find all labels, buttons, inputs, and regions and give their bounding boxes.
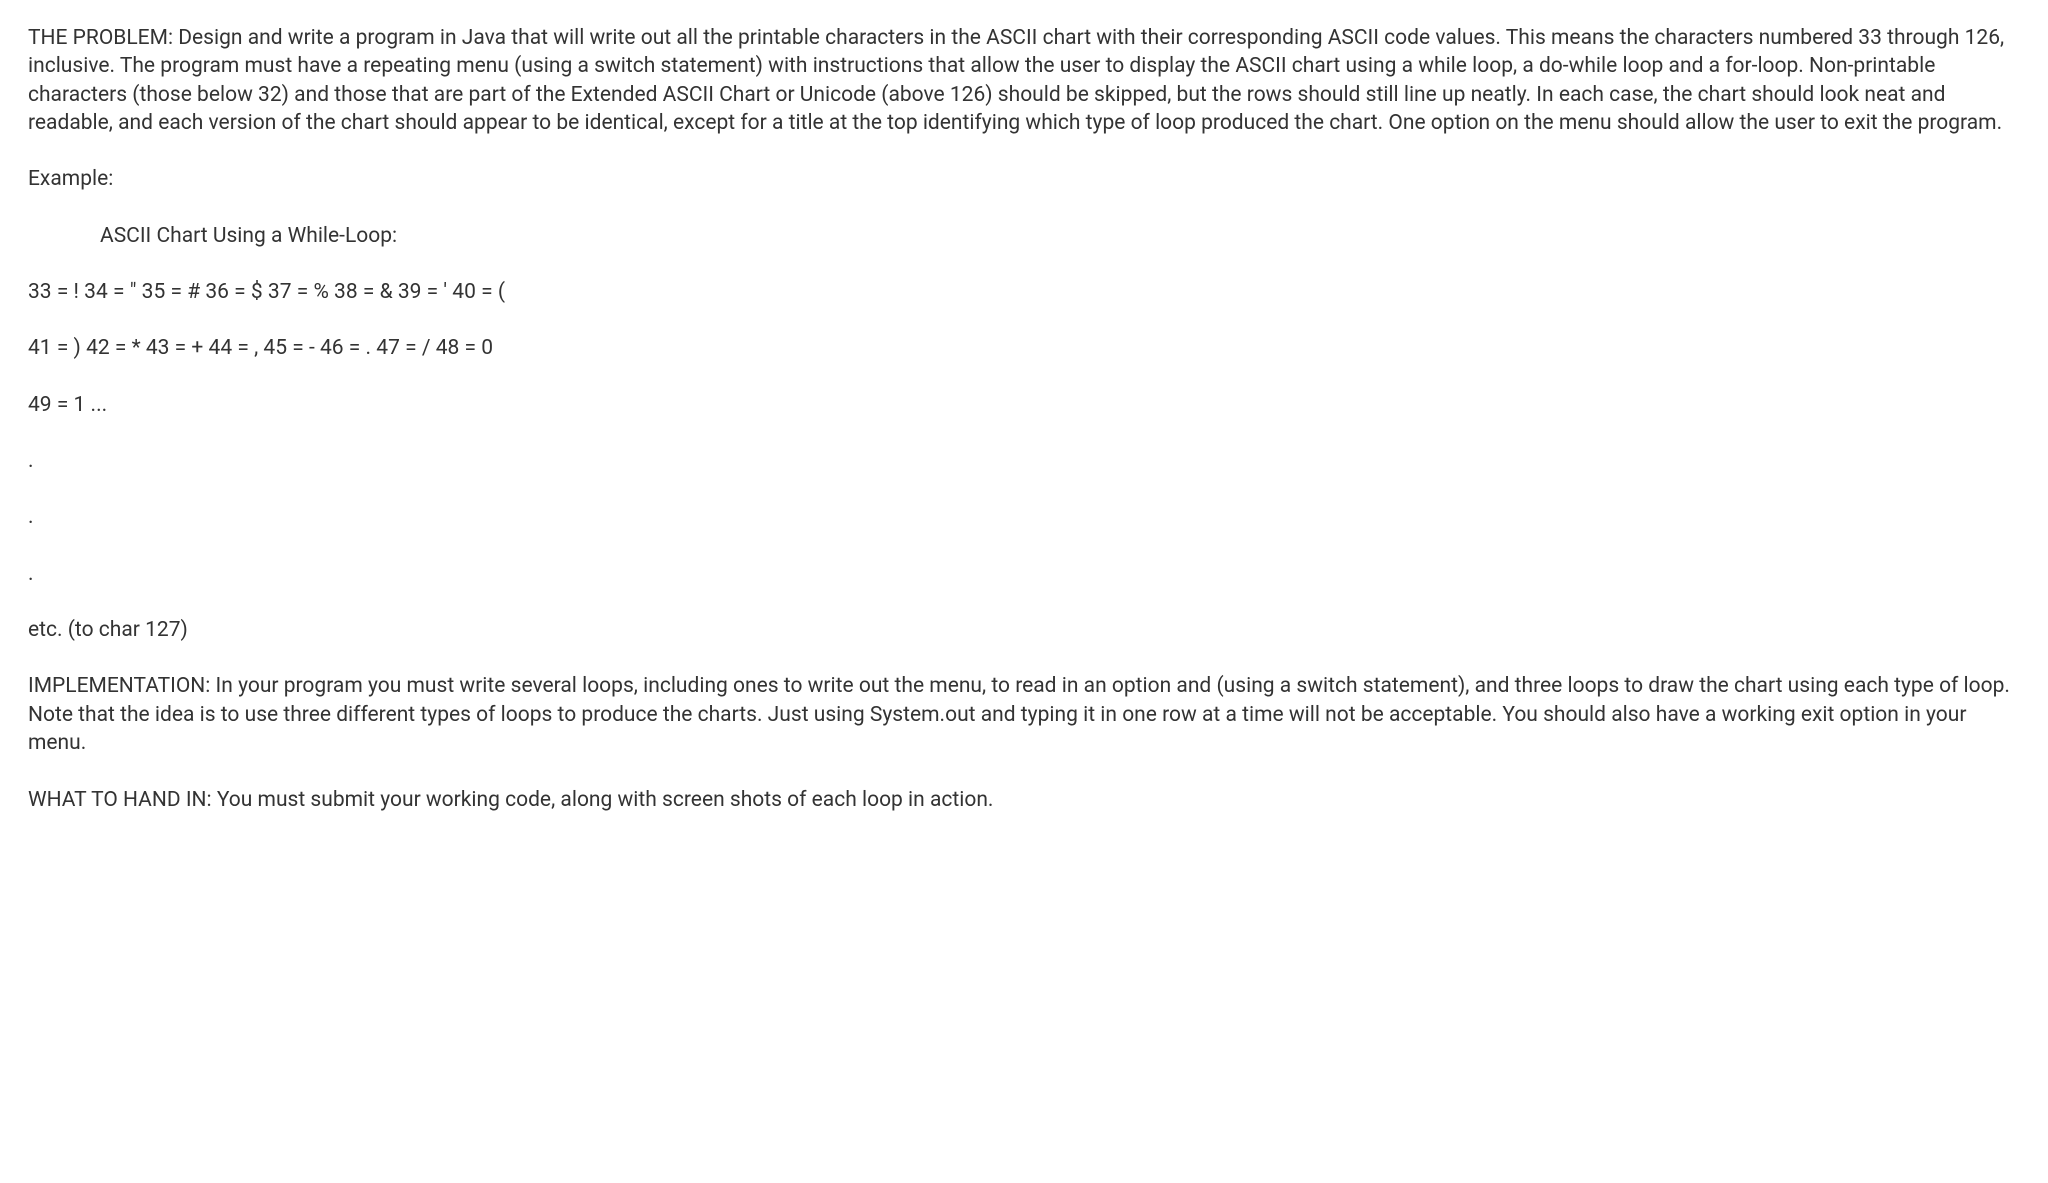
example-label: Example: — [28, 165, 2020, 193]
chart-row-1: 33 = ! 34 = " 35 = # 36 = $ 37 = % 38 = … — [28, 278, 2020, 306]
chart-row-2: 41 = ) 42 = * 43 = + 44 = , 45 = - 46 = … — [28, 334, 2020, 362]
chart-title: ASCII Chart Using a While-Loop: — [28, 222, 2020, 250]
ellipsis-dot-3: . — [28, 560, 2020, 588]
chart-row-3: 49 = 1 ... — [28, 391, 2020, 419]
ellipsis-dot-1: . — [28, 447, 2020, 475]
problem-paragraph: THE PROBLEM: Design and write a program … — [28, 24, 2020, 137]
ellipsis-dot-2: . — [28, 503, 2020, 531]
handin-paragraph: WHAT TO HAND IN: You must submit your wo… — [28, 786, 2020, 814]
implementation-paragraph: IMPLEMENTATION: In your program you must… — [28, 672, 2020, 757]
etc-text: etc. (to char 127) — [28, 616, 2020, 644]
